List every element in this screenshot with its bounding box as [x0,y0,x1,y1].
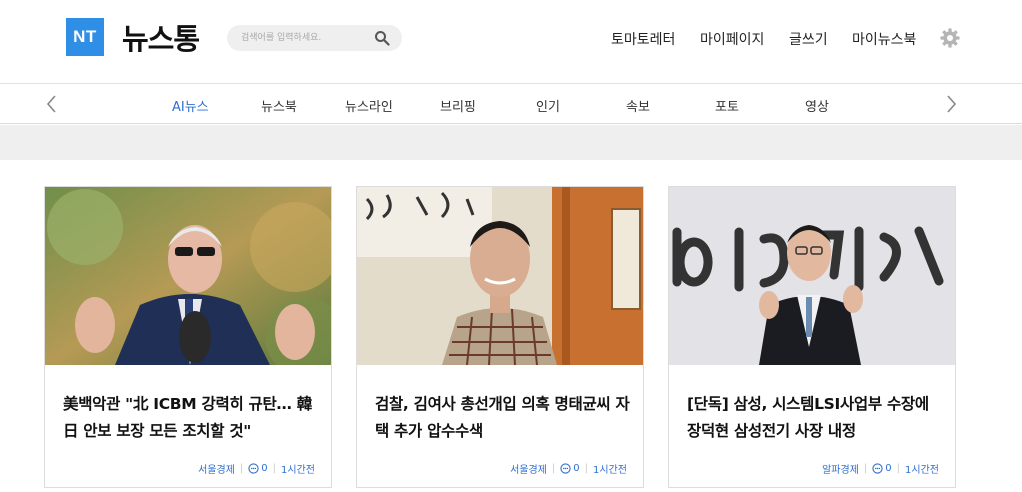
meta-divider: | [863,463,868,474]
search-input[interactable] [227,25,367,51]
gear-icon[interactable] [940,28,960,48]
tab-ai-news[interactable]: AI뉴스 [172,96,209,115]
article-headline[interactable]: 검찰, 김여사 총선개입 의혹 명태균씨 자택 추가 압수수색 [375,391,631,445]
tab-breaking[interactable]: 속보 [626,96,650,115]
ad-banner-strip [0,125,1022,160]
article-source: 서울경제 [198,465,235,476]
comment-icon [560,463,571,474]
menu-my-page[interactable]: 마이페이지 [700,29,764,49]
menu-my-newsbook[interactable]: 마이뉴스북 [852,29,916,49]
meta-divider: | [896,463,901,474]
search-icon[interactable] [374,30,390,46]
article-photo[interactable] [669,187,955,365]
tab-popular[interactable]: 인기 [536,96,560,115]
article-card[interactable]: 美백악관 "北 ICBM 강력히 규탄… 韓日 안보 보장 모든 조치할 것" … [44,186,332,488]
article-time: 1시간전 [905,465,939,476]
comment-icon [872,463,883,474]
meta-divider: | [551,463,556,474]
tab-newsbook[interactable]: 뉴스북 [261,96,297,115]
article-meta: 서울경제 | 0 | 1시간전 [198,461,315,476]
article-meta: 알파경제 | 0 | 1시간전 [822,461,939,476]
category-nav: AI뉴스 뉴스북 뉴스라인 브리핑 인기 속보 포토 영상 [0,85,1022,124]
meta-divider: | [272,463,277,474]
article-photo[interactable] [45,187,331,365]
chevron-left-icon[interactable] [45,95,59,113]
menu-tomato-letter[interactable]: 토마토레터 [611,29,675,49]
article-time: 1시간전 [281,465,315,476]
article-time: 1시간전 [593,465,627,476]
article-card[interactable]: 검찰, 김여사 총선개입 의혹 명태균씨 자택 추가 압수수색 서울경제 | 0… [356,186,644,488]
site-logo[interactable]: NT 뉴스통 [66,16,200,58]
chevron-right-icon[interactable] [944,95,958,113]
tab-newsline[interactable]: 뉴스라인 [345,96,393,115]
menu-write[interactable]: 글쓰기 [789,29,828,49]
comment-count: 0 [885,463,892,474]
article-headline[interactable]: [단독] 삼성, 시스템LSI사업부 수장에 장덕현 삼성전기 사장 내정 [687,391,943,445]
article-photo[interactable] [357,187,643,365]
article-headline[interactable]: 美백악관 "北 ICBM 강력히 규탄… 韓日 안보 보장 모든 조치할 것" [63,391,319,445]
meta-divider: | [239,463,244,474]
article-source: 알파경제 [822,465,859,476]
tab-video[interactable]: 영상 [805,96,829,115]
search-box [227,25,402,51]
tab-briefing[interactable]: 브리핑 [440,96,476,115]
article-card[interactable]: [단독] 삼성, 시스템LSI사업부 수장에 장덕현 삼성전기 사장 내정 알파… [668,186,956,488]
comment-count: 0 [261,463,268,474]
logo-wordmark: 뉴스통 [122,22,200,56]
site-header: NT 뉴스통 토마토레터 마이페이지 글쓰기 마이뉴스북 [0,0,1022,84]
article-meta: 서울경제 | 0 | 1시간전 [510,461,627,476]
meta-divider: | [584,463,589,474]
comment-count: 0 [573,463,580,474]
comment-icon [248,463,259,474]
article-source: 서울경제 [510,465,547,476]
tab-photo[interactable]: 포토 [715,96,739,115]
logo-badge: NT [66,18,104,56]
